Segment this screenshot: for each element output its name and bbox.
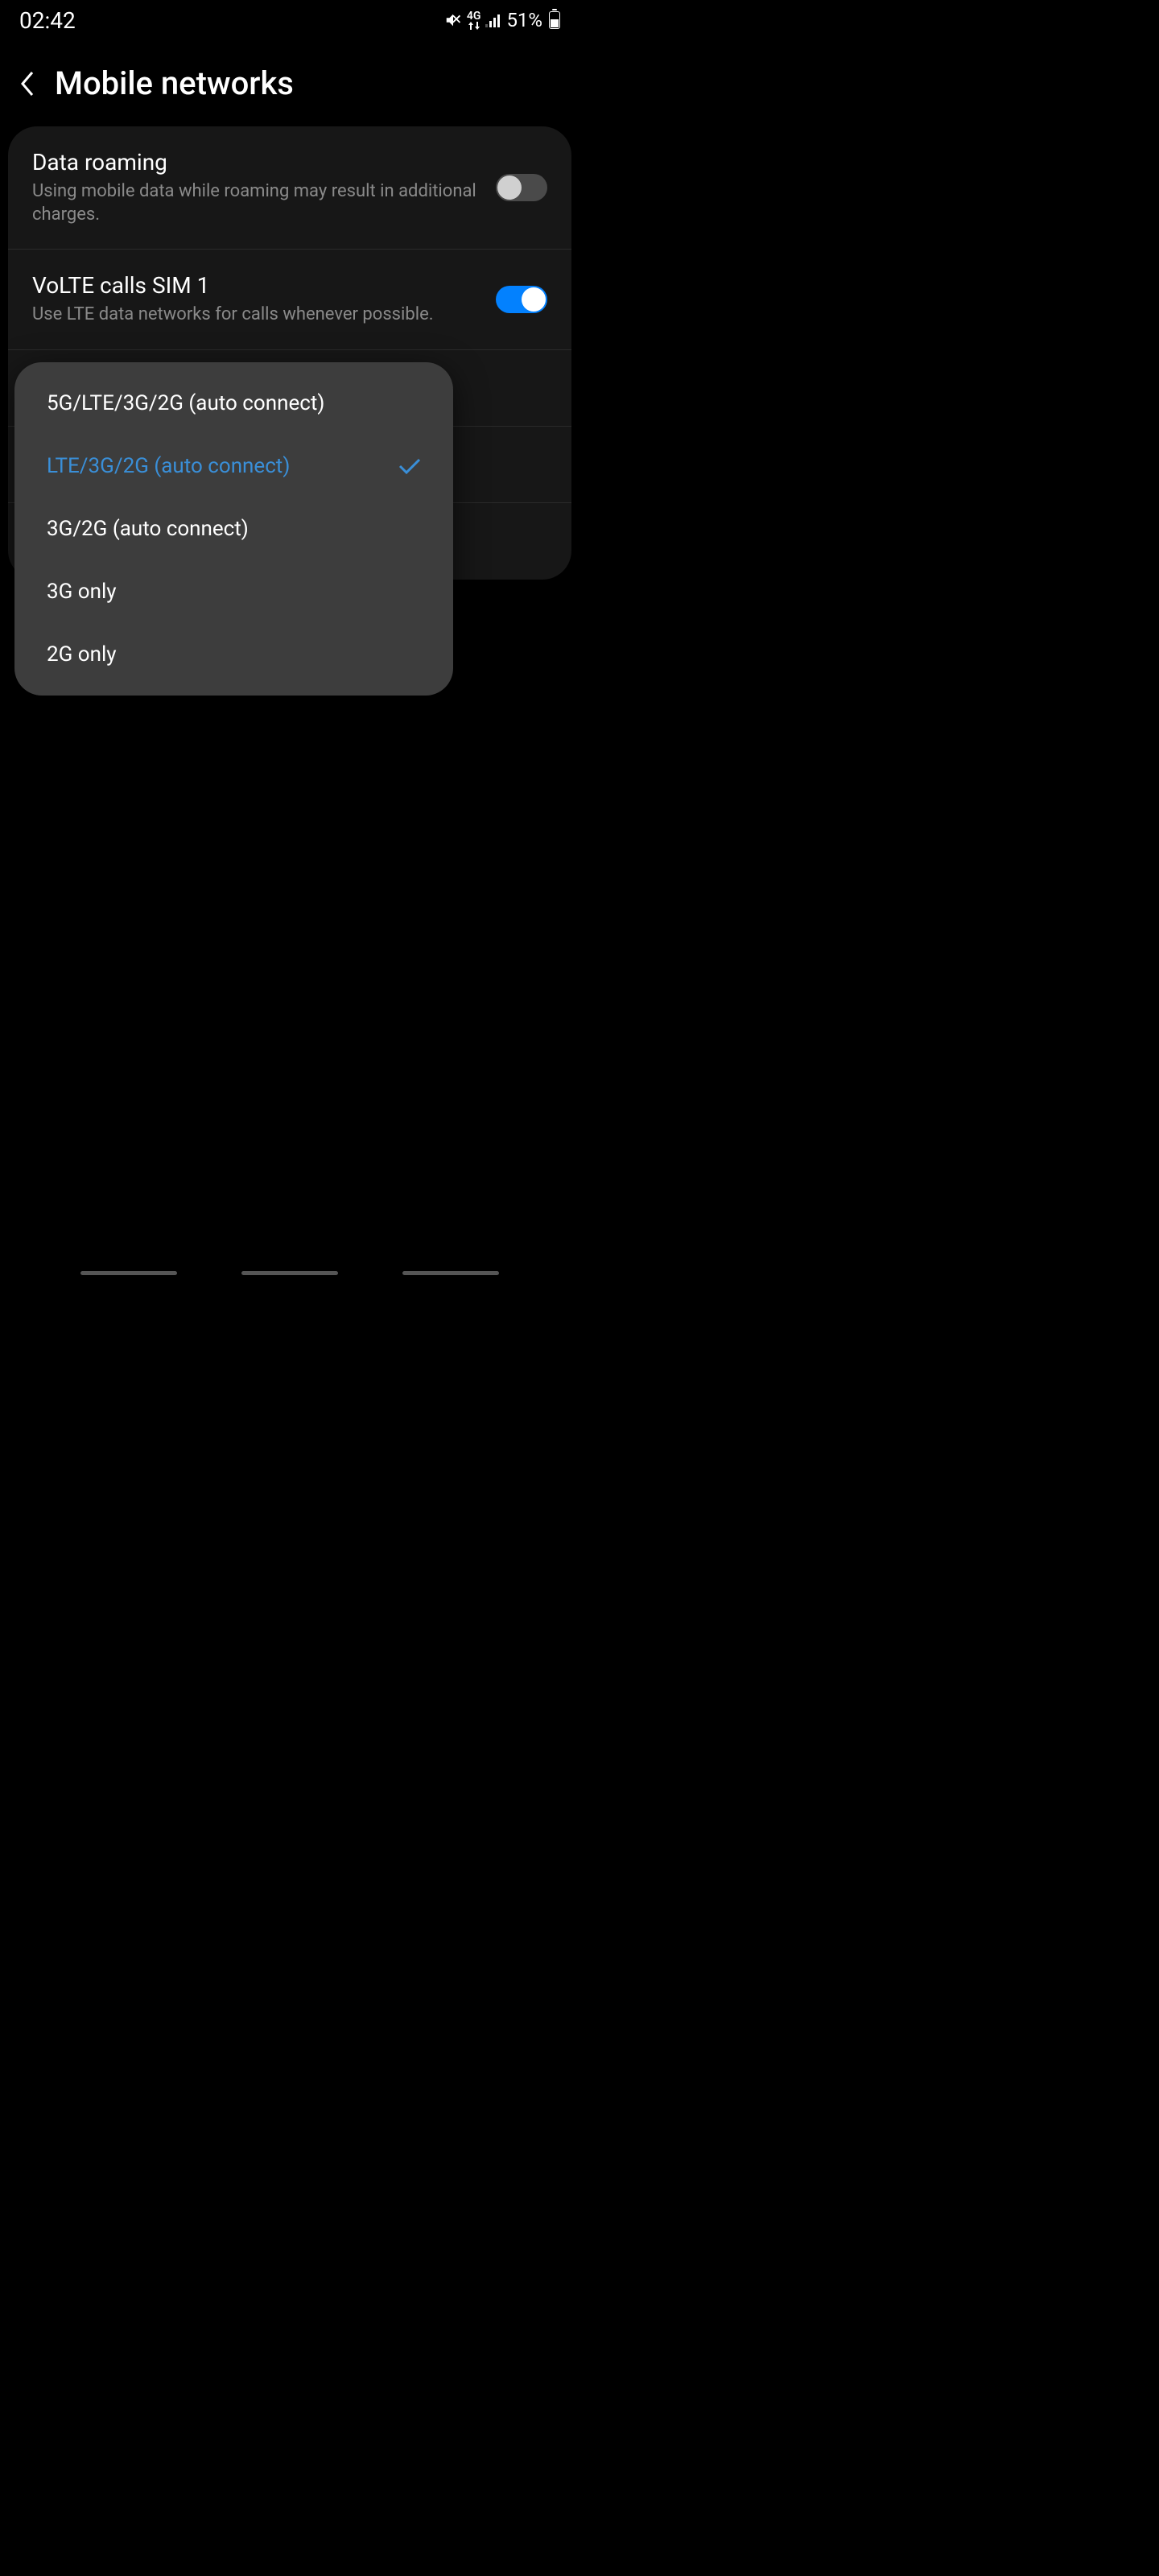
option-label: LTE/3G/2G (auto connect): [47, 454, 290, 478]
nav-back[interactable]: [402, 1271, 499, 1275]
check-icon: [398, 458, 421, 474]
volte-toggle[interactable]: [496, 286, 547, 313]
page-header: Mobile networks: [0, 40, 580, 118]
nav-recents[interactable]: [80, 1271, 177, 1275]
setting-text: Data roaming Using mobile data while roa…: [32, 149, 496, 226]
setting-description: Using mobile data while roaming may resu…: [32, 180, 480, 226]
back-icon[interactable]: [19, 69, 35, 98]
network-type-label: 4G: [467, 10, 481, 30]
network-option-3g2g[interactable]: 3G/2G (auto connect): [14, 497, 453, 560]
status-bar: 02:42 4G 51%: [0, 0, 580, 40]
data-roaming-row[interactable]: Data roaming Using mobile data while roa…: [8, 126, 571, 250]
toggle-knob: [522, 287, 546, 312]
setting-description: Use LTE data networks for calls whenever…: [32, 303, 480, 327]
mute-vibrate-icon: [444, 11, 462, 29]
nav-home[interactable]: [241, 1271, 338, 1275]
network-option-5g[interactable]: 5G/LTE/3G/2G (auto connect): [14, 372, 453, 435]
option-label: 3G only: [47, 580, 117, 604]
setting-title: Data roaming: [32, 149, 480, 175]
volte-row[interactable]: VoLTE calls SIM 1 Use LTE data networks …: [8, 250, 571, 350]
toggle-knob: [497, 175, 522, 200]
data-roaming-toggle[interactable]: [496, 174, 547, 201]
signal-strength-icon: [485, 13, 500, 27]
option-label: 5G/LTE/3G/2G (auto connect): [47, 391, 324, 415]
battery-percent: 51%: [506, 9, 542, 31]
data-arrows-icon: [468, 22, 480, 30]
option-label: 3G/2G (auto connect): [47, 517, 249, 541]
battery-icon: [549, 11, 560, 29]
nav-bar: [0, 1271, 580, 1275]
network-option-3g[interactable]: 3G only: [14, 560, 453, 623]
network-mode-popup: 5G/LTE/3G/2G (auto connect) LTE/3G/2G (a…: [14, 362, 453, 696]
status-icons: 4G 51%: [444, 9, 560, 31]
network-option-lte[interactable]: LTE/3G/2G (auto connect): [14, 435, 453, 497]
option-label: 2G only: [47, 642, 117, 667]
page-title: Mobile networks: [55, 64, 294, 102]
setting-title: VoLTE calls SIM 1: [32, 272, 480, 299]
setting-text: VoLTE calls SIM 1 Use LTE data networks …: [32, 272, 496, 327]
network-option-2g[interactable]: 2G only: [14, 623, 453, 686]
status-time: 02:42: [19, 7, 76, 34]
